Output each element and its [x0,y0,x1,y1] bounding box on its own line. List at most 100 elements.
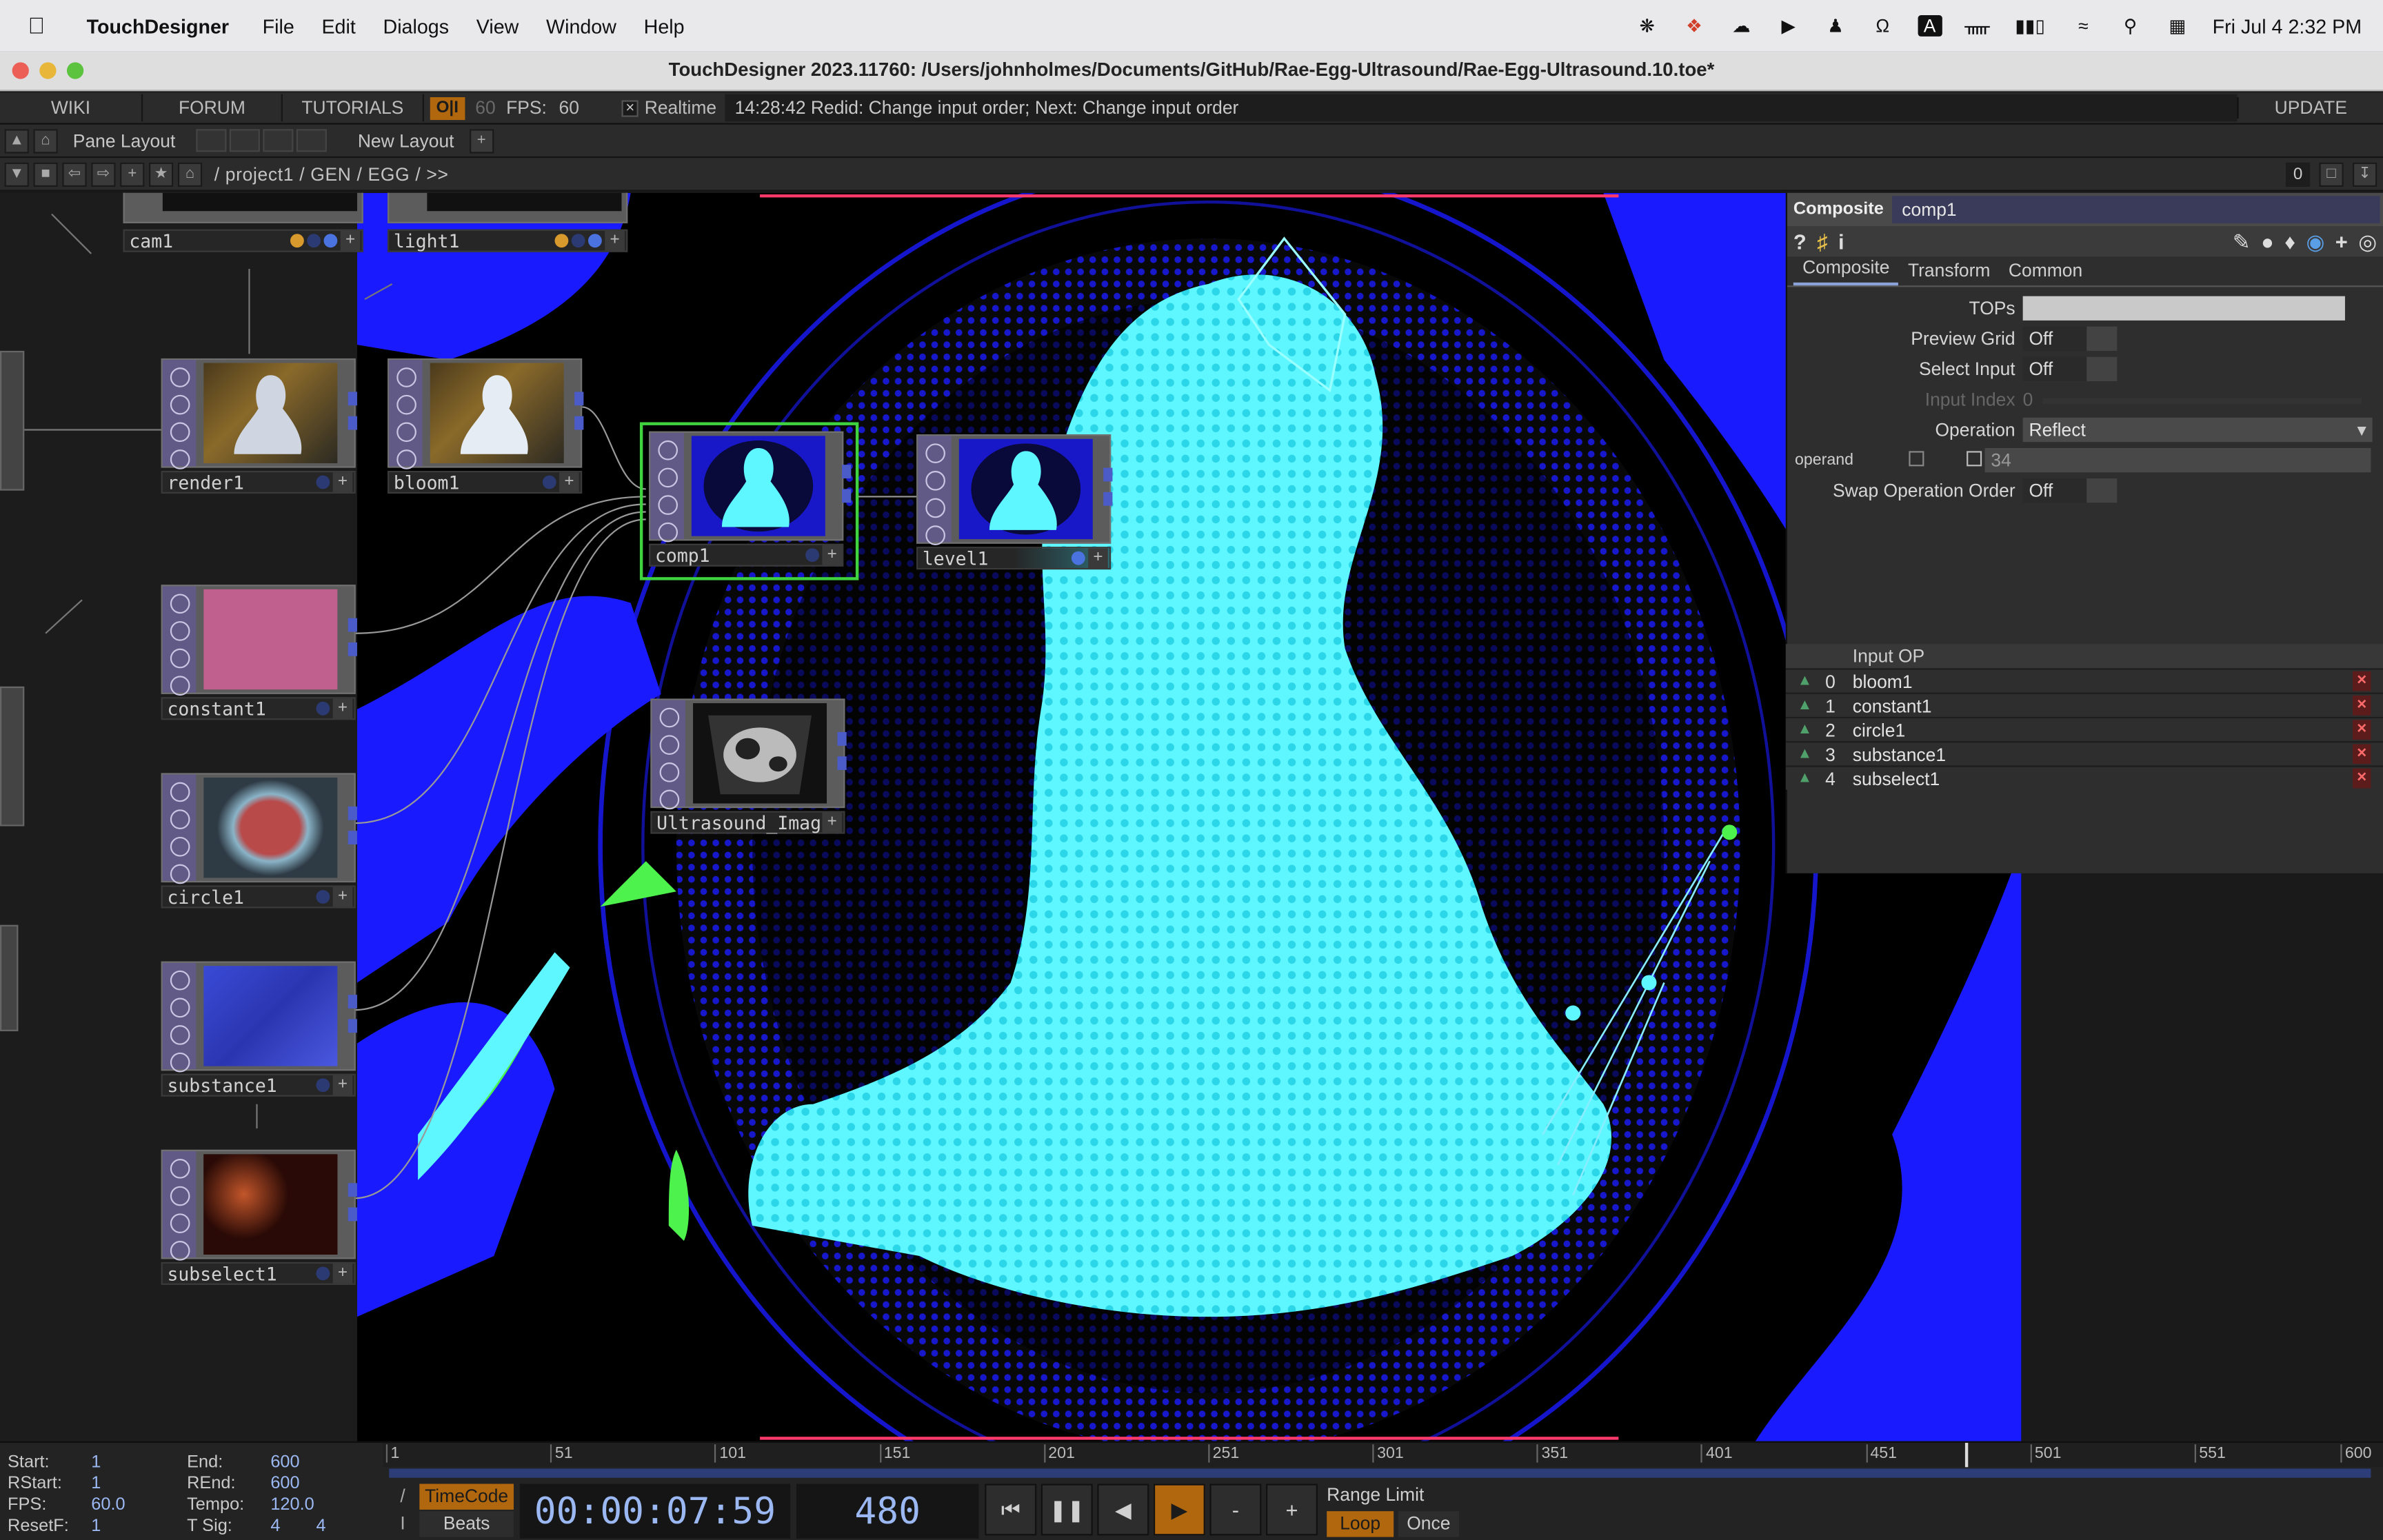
rewind-icon[interactable]: ⏮ [985,1483,1037,1536]
move-up-icon[interactable]: ▲ [1796,673,1813,689]
apple-icon[interactable]:  [0,13,73,39]
input-row[interactable]: ▲ 0 bloom1 × [1785,668,2383,693]
update-button[interactable]: UPDATE [2237,97,2383,119]
input-row[interactable]: ▲ 3 substance1 × [1785,741,2383,767]
tag-icon[interactable]: ♦ [2284,229,2295,254]
layout-split-h-icon[interactable] [263,129,294,152]
once-button[interactable]: Once [1398,1511,1459,1537]
input-op-name[interactable]: subselect1 [1853,767,1940,791]
playhead[interactable] [1965,1443,1969,1468]
pause-icon[interactable]: ❚❚ [1040,1483,1093,1536]
layout-quad-icon[interactable] [296,129,328,152]
node-comp1-selected[interactable]: comp1 + [639,422,859,580]
node-viewer-flags[interactable] [162,774,197,884]
input-row[interactable]: ▲ 2 circle1 × [1785,716,2383,742]
maximize-pane-icon[interactable]: □ [2319,162,2344,187]
star-icon[interactable]: ★ [149,161,174,186]
pane-layout-label[interactable]: Pane Layout [58,130,191,151]
operand-checkbox[interactable] [1909,451,1924,467]
node-bloom1[interactable]: bloom1 + [388,358,584,495]
tops-field[interactable] [2022,296,2345,321]
input-row[interactable]: ▲ 4 subselect1 × [1785,765,2383,791]
slash-icon[interactable]: / [392,1484,414,1510]
download-icon[interactable]: ↧ [2352,162,2377,187]
wifi-icon[interactable]: ≈ [2071,15,2095,37]
menu-window[interactable]: Window [532,14,630,37]
beats-mode-button[interactable]: Beats [419,1511,514,1537]
node-level1[interactable]: level1 + [916,434,1113,571]
step-minus-button[interactable]: - [1209,1483,1262,1536]
node-constant1[interactable]: constant1 + [161,585,357,721]
input-op-name[interactable]: circle1 [1853,718,1905,742]
loop-button[interactable]: Loop [1327,1511,1394,1537]
fps-value[interactable]: 60.0 [91,1496,125,1514]
tsig-denominator[interactable]: 4 [316,1517,325,1535]
layout-single-icon[interactable] [197,129,228,152]
python-help-icon[interactable]: ♯ [1817,230,1827,254]
input-op-name[interactable]: substance1 [1853,742,1946,767]
breadcrumb[interactable]: / project1 / GEN / EGG / >> [214,163,449,185]
tutorials-button[interactable]: TUTORIALS [283,94,424,122]
node-viewer-flags[interactable] [918,436,952,545]
menu-view[interactable]: View [463,14,532,37]
play-forward-icon[interactable]: ▶ [1153,1483,1205,1536]
tab-transform[interactable]: Transform [1899,260,2000,285]
dropdown-icon[interactable]: ▼ [4,161,29,186]
frame-display[interactable]: 480 [796,1483,979,1539]
home-icon[interactable]: ⌂ [177,161,203,186]
rend-value[interactable]: 600 [270,1475,299,1492]
remove-input-icon[interactable]: × [2352,671,2371,691]
swap-order-toggle[interactable]: Off [2022,478,2087,503]
layout-split-v-icon[interactable] [230,129,261,152]
tsig-numerator[interactable]: 4 [270,1517,280,1535]
openai-icon[interactable]: ❋ [1635,15,1659,37]
op-name-field[interactable]: comp1 [1893,196,2380,223]
preview-grid-toggle[interactable]: Off [2022,326,2087,351]
move-up-icon[interactable]: ▲ [1796,770,1813,787]
node-viewer-flags[interactable] [162,962,197,1073]
target-icon[interactable]: ◎ [2358,229,2377,254]
play-icon[interactable]: ▶ [1776,15,1800,37]
keyboard-a-icon[interactable]: A [1917,15,1942,37]
toggle-box[interactable] [2087,356,2118,382]
node-ultrasound-image[interactable]: Ultrasound_Image + [650,698,847,835]
node-cam1[interactable]: cam1 + [123,192,363,269]
add-icon[interactable]: + [120,161,145,186]
node-light1[interactable]: light1 + [388,192,628,269]
move-up-icon[interactable]: ▲ [1796,722,1813,738]
node-circle1[interactable]: circle1 + [161,773,357,909]
cloud-icon[interactable]: ☁ [1729,15,1753,37]
input-row[interactable]: ▲ 1 constant1 × [1785,692,2383,718]
node-viewer-flags[interactable] [162,1151,197,1261]
control-center-icon[interactable]: ▦ [2165,15,2189,37]
pane-home-icon[interactable]: ⌂ [33,128,58,153]
headphones-icon[interactable]: Ω [1871,15,1895,37]
operand-field[interactable]: 34 [1984,447,2371,473]
menu-app-name[interactable]: TouchDesigner [73,14,249,37]
node-viewer-flags[interactable] [162,586,197,696]
node-viewer-flags[interactable] [389,360,423,469]
comment-icon[interactable]: ● [2261,229,2274,254]
battery-icon[interactable]: ▮▮▯ [2012,15,2049,37]
python-icon[interactable]: ◉ [2306,229,2324,254]
new-layout-button[interactable]: New Layout [343,130,470,151]
node-substance1[interactable]: substance1 + [161,961,357,1098]
stop-icon[interactable]: ■ [33,161,58,186]
step-plus-button[interactable]: + [1266,1483,1318,1536]
node-viewer-flags[interactable] [650,432,684,543]
remove-input-icon[interactable]: × [2352,744,2371,764]
node-render1[interactable]: render1 + [161,358,357,495]
timeline-range-track[interactable] [389,1468,2371,1478]
operand-checkbox[interactable] [1967,451,1982,467]
timecode-mode-button[interactable]: TimeCode [419,1483,514,1510]
operation-menu[interactable]: Reflect [2022,417,2373,443]
toggle-box[interactable] [2087,478,2118,503]
timeline-ruler[interactable]: 1 51 101 151 201 251 301 351 401 451 501 551 600 [383,1443,2383,1468]
move-up-icon[interactable]: ▲ [1796,746,1813,762]
end-value[interactable]: 600 [270,1453,299,1471]
select-input-toggle[interactable]: Off [2022,356,2087,382]
forum-button[interactable]: FORUM [143,94,283,122]
node-subselect1[interactable]: subselect1 + [161,1149,357,1286]
input-op-name[interactable]: constant1 [1853,694,1932,718]
perform-mode-toggle[interactable]: O|I [430,96,465,119]
